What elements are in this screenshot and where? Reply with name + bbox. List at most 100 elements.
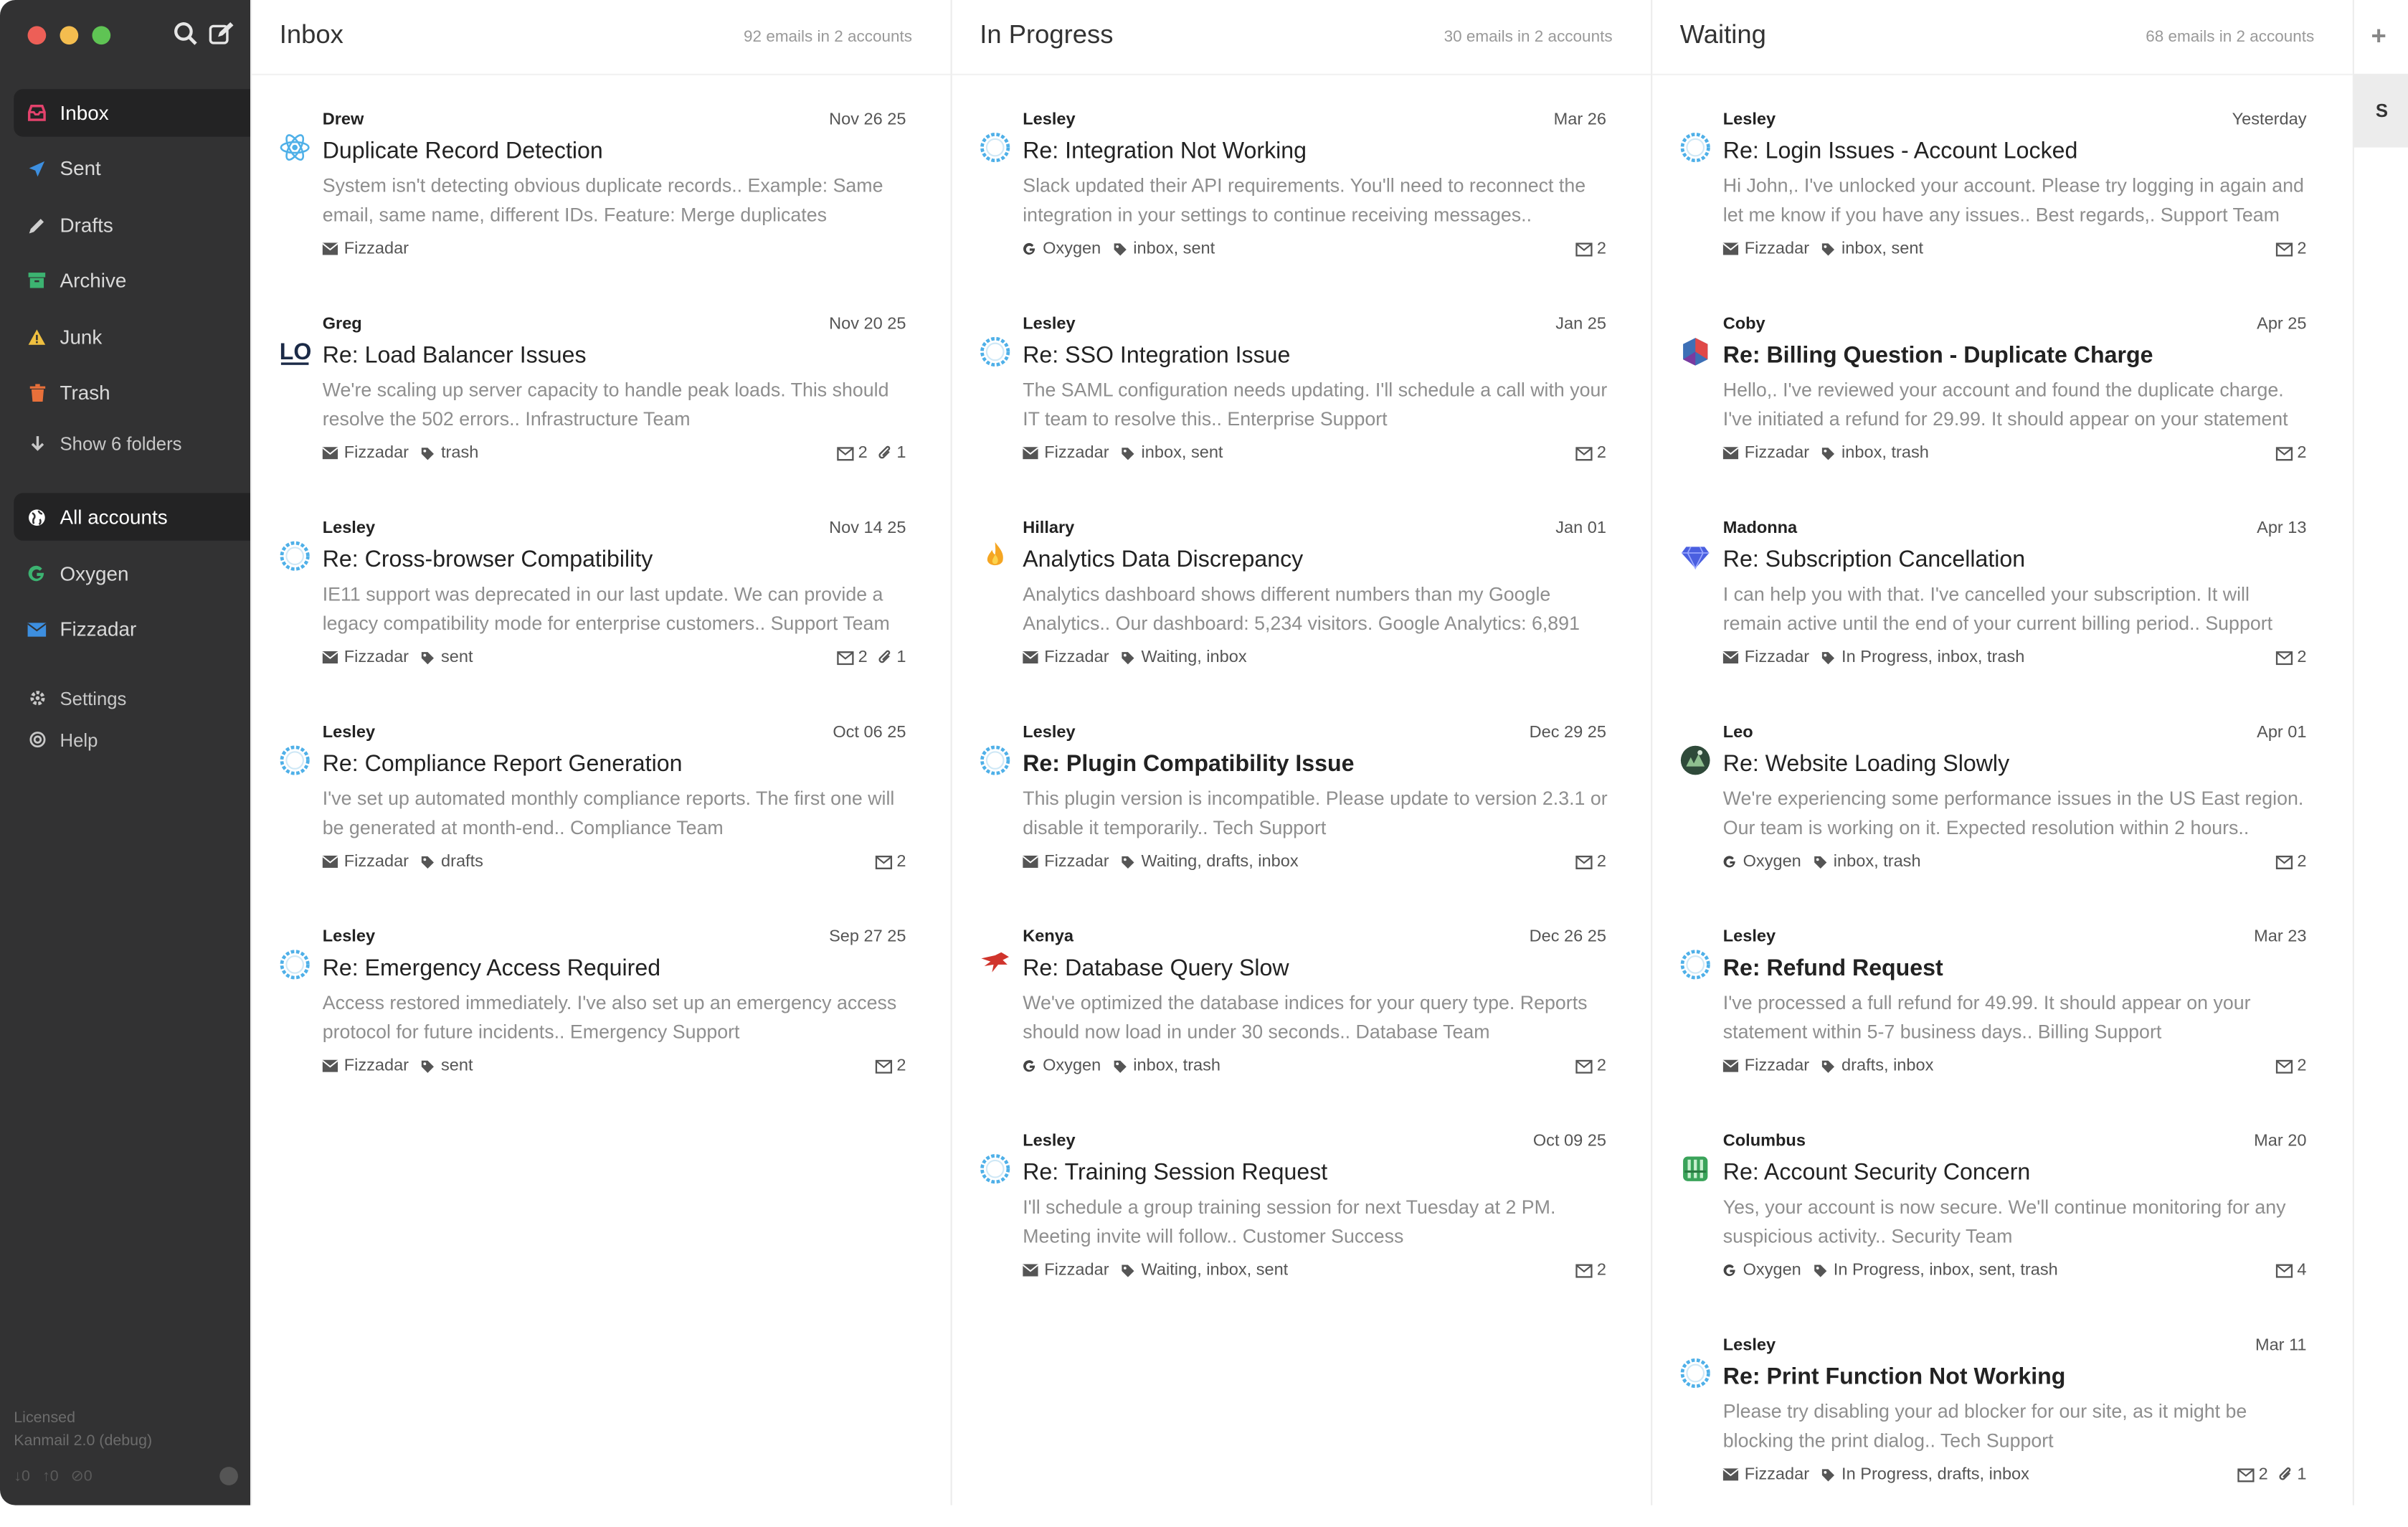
- email-meta: Fizzadar sent: [322, 1056, 473, 1075]
- email-tags: inbox, sent: [1133, 240, 1215, 258]
- email-card[interactable]: Hillary Jan 01 Analytics Data Discrepanc…: [980, 510, 1612, 709]
- column-title: Inbox: [279, 19, 343, 49]
- settings-label: Settings: [60, 687, 127, 709]
- email-subject: Re: Database Query Slow: [1023, 955, 1289, 982]
- email-card[interactable]: Coby Apr 25 Re: Billing Question - Dupli…: [1680, 306, 2313, 505]
- email-tags: Waiting, inbox, sent: [1141, 1261, 1289, 1280]
- pencil-icon: [28, 216, 47, 235]
- show-folders-button[interactable]: Show 6 folders: [14, 420, 250, 467]
- compose-icon[interactable]: [209, 22, 234, 46]
- envelope-icon: [322, 853, 338, 871]
- avatar: [980, 336, 1010, 367]
- email-card[interactable]: Lesley Mar 26 Re: Integration Not Workin…: [980, 101, 1612, 301]
- license-text: Licensed: [14, 1409, 76, 1427]
- email-tags: inbox, trash: [1841, 443, 1929, 463]
- avatar: LO: [280, 336, 311, 367]
- email-date: Apr 25: [2257, 315, 2307, 334]
- email-counts: 2: [2275, 444, 2307, 463]
- email-subject: Re: Refund Request: [1722, 955, 1943, 982]
- email-meta: Oxygen In Progress, inbox, sent, trash: [1723, 1261, 2058, 1280]
- email-account: Fizzadar: [1744, 1465, 1810, 1484]
- sidebar-folder-drafts[interactable]: Drafts: [14, 202, 250, 249]
- email-account: Oxygen: [1743, 852, 1801, 871]
- email-card[interactable]: Kenya Dec 26 25 Re: Database Query Slow …: [980, 919, 1612, 1118]
- email-card[interactable]: Lesley Nov 14 25 Re: Cross-browser Compa…: [280, 510, 912, 709]
- email-preview: Analytics dashboard shows different numb…: [1023, 583, 1580, 635]
- email-card[interactable]: Columbus Mar 20 Re: Account Security Con…: [1680, 1122, 2313, 1322]
- email-account: Fizzadar: [1744, 240, 1810, 258]
- close-window-button[interactable]: [27, 26, 47, 45]
- sidebar-account-oxygen[interactable]: Oxygen: [14, 550, 250, 597]
- help-button[interactable]: Help: [14, 716, 250, 763]
- sidebar-folder-trash[interactable]: Trash: [14, 369, 250, 416]
- email-sender: Lesley: [1023, 1132, 1076, 1150]
- sidebar-account-fizzadar[interactable]: Fizzadar: [14, 605, 250, 653]
- email-meta: Fizzadar Waiting, drafts, inbox: [1023, 853, 1299, 871]
- add-column-button[interactable]: +: [2371, 22, 2386, 52]
- folder-label: Junk: [60, 325, 103, 349]
- minimize-window-button[interactable]: [60, 26, 79, 45]
- avatar: [980, 949, 1010, 980]
- error-count: ⊘0: [70, 1468, 93, 1485]
- sidebar-folder-sent[interactable]: Sent: [14, 144, 250, 192]
- email-subject: Re: Login Issues - Account Locked: [1722, 138, 2078, 165]
- column-in-progress: In Progress 30 emails in 2 accounts Lesl…: [950, 0, 1653, 1505]
- email-card[interactable]: Drew Nov 26 25 Duplicate Record Detectio…: [280, 101, 912, 301]
- email-card[interactable]: Lesley Oct 09 25 Re: Training Session Re…: [980, 1122, 1612, 1322]
- email-card[interactable]: Lesley Yesterday Re: Login Issues - Acco…: [1680, 101, 2313, 301]
- thread-count-icon: [836, 444, 854, 463]
- email-date: Jan 01: [1555, 519, 1607, 538]
- sidebar-folder-inbox[interactable]: Inbox: [14, 89, 251, 137]
- email-account: Fizzadar: [343, 648, 409, 667]
- search-tab[interactable]: S: [2354, 73, 2408, 148]
- email-sender: Lesley: [1722, 1336, 1776, 1355]
- email-account: Fizzadar: [1744, 648, 1810, 667]
- sidebar-folder-junk[interactable]: Junk: [14, 313, 250, 361]
- thread-count: 2: [2297, 1056, 2307, 1076]
- email-date: Nov 20 25: [829, 315, 906, 334]
- tag-icon: [1814, 1261, 1827, 1280]
- sidebar-folder-archive[interactable]: Archive: [14, 257, 250, 304]
- email-card[interactable]: Lesley Dec 29 25 Re: Plugin Compatibilit…: [980, 714, 1612, 914]
- email-date: Yesterday: [2232, 110, 2307, 129]
- email-card[interactable]: Lesley Oct 06 25 Re: Compliance Report G…: [280, 714, 912, 914]
- email-card[interactable]: Lesley Sep 27 25 Re: Emergency Access Re…: [280, 919, 912, 1118]
- settings-button[interactable]: Settings: [14, 674, 250, 722]
- email-card[interactable]: Madonna Apr 13 Re: Subscription Cancella…: [1680, 510, 2313, 709]
- envelope-icon: [322, 240, 338, 258]
- zoom-window-button[interactable]: [92, 26, 111, 45]
- email-preview: Hi John,. I've unlocked your account. Pl…: [1722, 175, 2304, 226]
- email-preview: Slack updated their API requirements. Yo…: [1023, 175, 1586, 226]
- email-preview: Access restored immediately. I've also s…: [322, 992, 897, 1044]
- email-sender: Madonna: [1722, 519, 1798, 538]
- thread-count: 2: [896, 1056, 906, 1076]
- email-card[interactable]: Lesley Jan 25 Re: SSO Integration Issue …: [980, 306, 1612, 505]
- status-indicator-icon[interactable]: [219, 1467, 238, 1485]
- email-subject: Analytics Data Discrepancy: [1023, 547, 1304, 573]
- avatar: [1680, 336, 1711, 367]
- email-card[interactable]: Leo Apr 01 Re: Website Loading Slowly We…: [1680, 714, 2313, 914]
- email-subject: Re: Subscription Cancellation: [1722, 547, 2026, 573]
- email-date: Nov 26 25: [829, 110, 906, 129]
- avatar: [280, 132, 311, 163]
- avatar: [1680, 745, 1711, 776]
- email-subject: Re: Account Security Concern: [1722, 1159, 2031, 1186]
- email-card[interactable]: LO Greg Nov 20 25 Re: Load Balancer Issu…: [280, 306, 912, 505]
- email-meta: Fizzadar: [322, 240, 415, 258]
- avatar: [1680, 1153, 1711, 1184]
- email-subject: Re: Plugin Compatibility Issue: [1023, 751, 1355, 777]
- search-icon[interactable]: [174, 22, 198, 46]
- email-account: Fizzadar: [1044, 1261, 1109, 1280]
- google-icon: [1723, 853, 1737, 871]
- email-date: Oct 06 25: [833, 723, 906, 742]
- email-card[interactable]: Lesley Mar 23 Re: Refund Request I've pr…: [1680, 919, 2313, 1118]
- email-date: Mar 11: [2255, 1336, 2307, 1355]
- thread-count: 2: [858, 443, 868, 463]
- email-card[interactable]: Lesley Mar 11 Re: Print Function Not Wor…: [1680, 1327, 2313, 1526]
- google-icon: [1723, 1261, 1737, 1280]
- email-subject: Re: Cross-browser Compatibility: [322, 547, 653, 573]
- email-preview: Hello,. I've reviewed your account and f…: [1722, 379, 2288, 430]
- sidebar-account-all-accounts[interactable]: All accounts: [14, 493, 251, 541]
- email-tags: Waiting, inbox: [1141, 648, 1247, 667]
- email-preview: The SAML configuration needs updating. I…: [1023, 379, 1608, 430]
